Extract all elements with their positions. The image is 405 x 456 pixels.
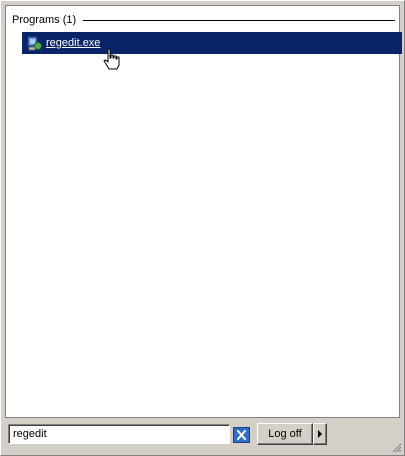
regedit-icon xyxy=(27,35,43,51)
search-input[interactable] xyxy=(8,424,230,444)
shutdown-options-button[interactable] xyxy=(313,423,327,445)
search-bar: Log off xyxy=(1,418,404,455)
group-divider xyxy=(83,19,395,21)
search-results-panel: Programs (1) regedit.exe xyxy=(5,5,402,418)
start-menu: Programs (1) regedit.exe Log off xyxy=(0,0,405,456)
hand-cursor-icon xyxy=(103,48,120,70)
result-item-label: regedit.exe xyxy=(46,37,101,49)
clear-search-icon xyxy=(237,430,246,440)
result-item-regedit[interactable]: regedit.exe xyxy=(22,32,402,54)
resize-grip-icon[interactable] xyxy=(392,443,402,453)
arrow-right-icon xyxy=(318,430,322,438)
programs-group-header: Programs (1) xyxy=(12,13,395,27)
group-title: Programs (1) xyxy=(12,14,77,26)
clear-search-button[interactable] xyxy=(233,427,250,443)
log-off-button[interactable]: Log off xyxy=(257,423,313,445)
